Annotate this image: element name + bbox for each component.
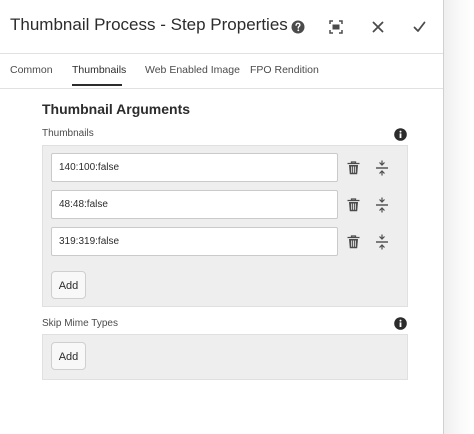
info-icon[interactable] (394, 317, 407, 330)
page-backdrop (443, 0, 474, 434)
info-icon[interactable] (394, 128, 407, 141)
skip-mime-types-multifield (42, 334, 408, 380)
delete-icon[interactable] (345, 160, 361, 176)
fullscreen-icon[interactable] (325, 16, 347, 38)
skip-mime-types-add-button[interactable]: Add (51, 342, 86, 370)
reorder-icon[interactable] (374, 160, 390, 176)
tab-common[interactable]: Common (10, 64, 53, 76)
done-icon[interactable] (408, 16, 430, 38)
thumbnails-label: Thumbnails (42, 128, 94, 139)
tab-fpo-rendition[interactable]: FPO Rendition (250, 64, 319, 76)
tab-thumbnails[interactable]: Thumbnails (72, 64, 126, 76)
reorder-icon[interactable] (374, 197, 390, 213)
tab-web-enabled-image[interactable]: Web Enabled Image (145, 64, 240, 76)
tab-bar: Common Thumbnails Web Enabled Image FPO … (0, 54, 443, 89)
thumbnail-field-2[interactable] (51, 190, 338, 219)
help-icon[interactable] (287, 16, 309, 38)
active-tab-indicator (72, 84, 122, 86)
step-properties-dialog: Thumbnail Process - Step Properties Comm… (0, 0, 444, 434)
dialog-header: Thumbnail Process - Step Properties (0, 0, 443, 54)
delete-icon[interactable] (345, 234, 361, 250)
close-icon[interactable] (367, 16, 389, 38)
delete-icon[interactable] (345, 197, 361, 213)
dialog-title: Thumbnail Process - Step Properties (10, 15, 288, 34)
skip-mime-types-label: Skip Mime Types (42, 318, 118, 329)
thumbnail-field-1[interactable] (51, 153, 338, 182)
section-title: Thumbnail Arguments (42, 101, 191, 117)
thumbnails-add-button[interactable]: Add (51, 271, 86, 299)
reorder-icon[interactable] (374, 234, 390, 250)
thumbnail-field-3[interactable] (51, 227, 338, 256)
